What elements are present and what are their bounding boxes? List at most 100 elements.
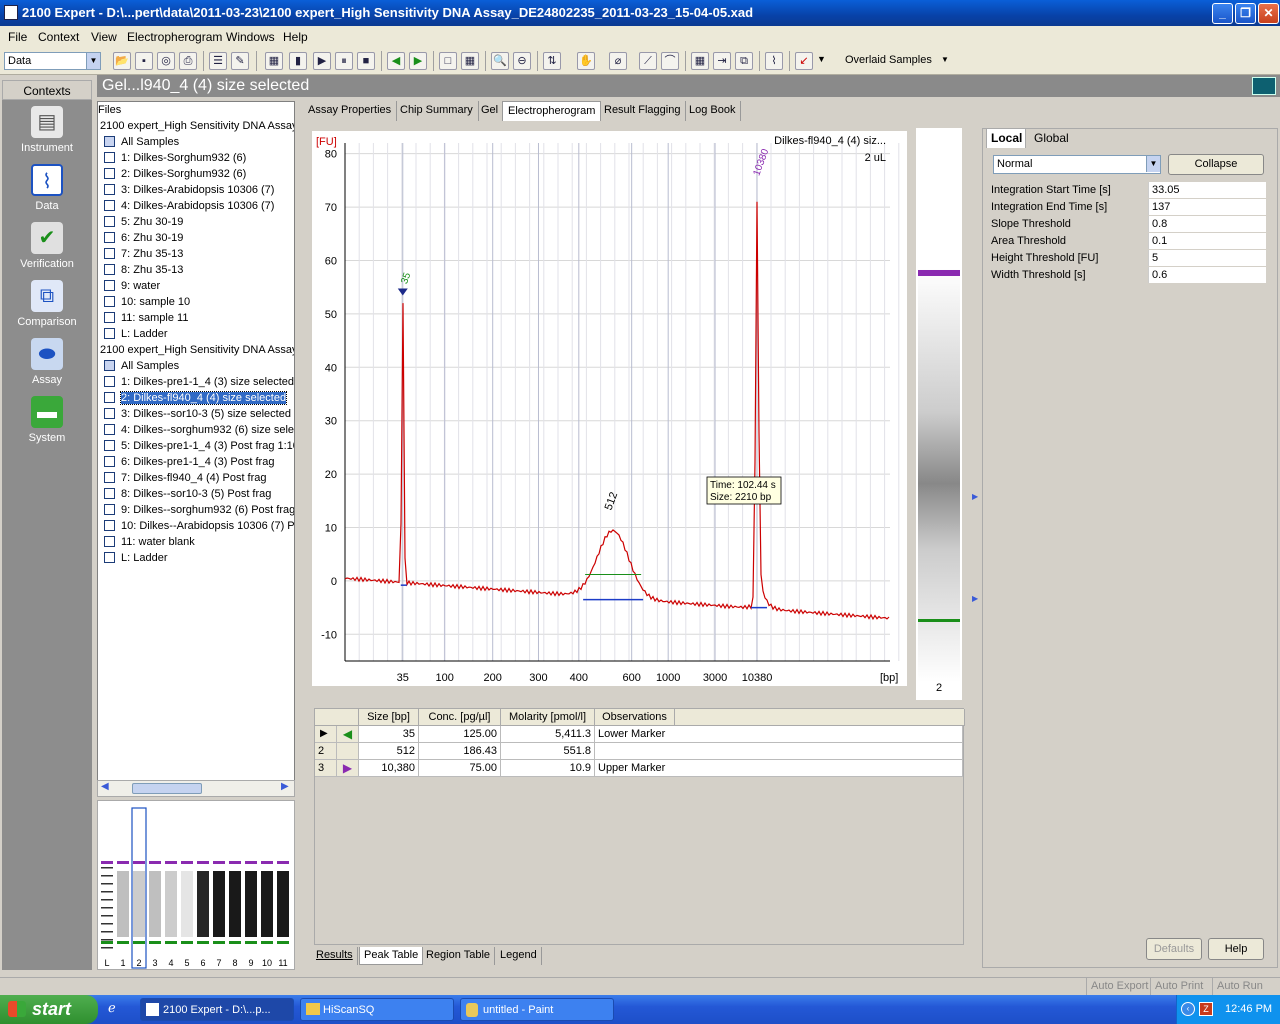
checkbox[interactable]: [104, 376, 115, 387]
tree-sample-item[interactable]: 9: Dilkes--sorghum932 (6) Post frag: [104, 503, 294, 519]
scroll-right-icon[interactable]: ▶: [281, 781, 289, 792]
trace-line[interactable]: [344, 201, 890, 621]
tab-local[interactable]: Local: [986, 128, 1026, 148]
table-header-cell[interactable]: Size [bp]: [359, 709, 419, 726]
tree-sample-item[interactable]: 8: Zhu 35-13: [104, 263, 183, 279]
thumb-lane[interactable]: [101, 861, 113, 949]
task-paint[interactable]: untitled - Paint: [460, 998, 614, 1021]
electropherogram-icon[interactable]: ⌇: [765, 52, 783, 70]
table-header-cell[interactable]: Molarity [pmol/l]: [501, 709, 595, 726]
tree-sample-item[interactable]: 7: Dilkes-fl940_4 (4) Post frag: [104, 471, 267, 487]
thumb-lane[interactable]: [133, 861, 145, 944]
thumb-lane[interactable]: [117, 861, 129, 944]
save-icon[interactable]: ▪: [135, 52, 153, 70]
gel-thumbnail-strip[interactable]: L 1 2 3 4 5 6 7 8 9 10 11: [97, 800, 295, 970]
thumb-lane[interactable]: [149, 861, 161, 944]
context-assay[interactable]: ⬬ Assay: [2, 338, 92, 386]
checkbox[interactable]: [104, 200, 115, 211]
property-value[interactable]: 137: [1148, 199, 1266, 215]
context-verification[interactable]: ✔ Verification: [2, 222, 92, 270]
tree-sample-item[interactable]: 11: water blank: [104, 535, 195, 551]
property-value[interactable]: 5: [1148, 250, 1266, 266]
checkbox[interactable]: [104, 408, 115, 419]
tree-file-node[interactable]: 2100 expert_High Sensitivity DNA Assay: [100, 119, 294, 135]
checkbox[interactable]: [104, 472, 115, 483]
bottom-tab-legend[interactable]: Legend: [496, 947, 542, 965]
task-2100-expert[interactable]: 2100 Expert - D:\...p...: [140, 998, 294, 1021]
property-value[interactable]: 33.05: [1148, 182, 1266, 198]
checkbox[interactable]: [104, 440, 115, 451]
thumb-lane[interactable]: [165, 861, 177, 944]
tree-sample-item[interactable]: L: Ladder: [104, 551, 167, 567]
property-value[interactable]: 0.6: [1148, 267, 1266, 283]
context-data[interactable]: ⌇ Data: [2, 164, 92, 212]
defaults-button[interactable]: Defaults: [1146, 938, 1202, 960]
edit-icon[interactable]: ✎: [231, 52, 249, 70]
copy-icon[interactable]: ⧉: [735, 52, 753, 70]
start-button[interactable]: start: [0, 995, 98, 1024]
menu-windows[interactable]: Windows: [226, 30, 275, 44]
table-header-cell[interactable]: Observations: [595, 709, 675, 726]
help-button[interactable]: Help: [1208, 938, 1264, 960]
axis-scale-icon[interactable]: ↙: [795, 52, 813, 70]
mode-chevron-down-icon[interactable]: ▼: [1146, 156, 1160, 172]
tree-sample-item[interactable]: 10: Dilkes--Arabidopsis 10306 (7) Post f…: [104, 519, 294, 535]
cd-icon[interactable]: ◎: [157, 52, 175, 70]
stop-icon[interactable]: ■: [357, 52, 375, 70]
tree-sample-item[interactable]: 3: Dilkes-Arabidopsis 10306 (7): [104, 183, 274, 199]
tree-horizontal-scrollbar[interactable]: ◀ ▶: [97, 780, 295, 797]
minimize-button[interactable]: _: [1212, 3, 1233, 24]
thumb-lane[interactable]: [197, 861, 209, 944]
tree-sample-item[interactable]: 9: water: [104, 279, 160, 295]
checkbox[interactable]: [104, 216, 115, 227]
tree-sample-item[interactable]: All Samples: [104, 359, 179, 375]
tree-file-node[interactable]: 2100 expert_High Sensitivity DNA Assay: [100, 343, 294, 359]
bottom-tab-results[interactable]: Results: [312, 947, 358, 965]
checkbox[interactable]: [104, 520, 115, 531]
close-button[interactable]: ✕: [1258, 3, 1279, 24]
tree-sample-item[interactable]: 11: sample 11: [104, 311, 188, 327]
tree-sample-item[interactable]: 4: Dilkes--sorghum932 (6) size selected: [104, 423, 294, 439]
checkbox[interactable]: [104, 488, 115, 499]
table-row-index[interactable]: 3: [315, 760, 337, 777]
export-icon[interactable]: ⇥: [713, 52, 731, 70]
tab-chip-summary[interactable]: Chip Summary: [395, 101, 479, 121]
tree-sample-item[interactable]: 8: Dilkes--sor10-3 (5) Post frag: [104, 487, 271, 503]
tab-result-flagging[interactable]: Result Flagging: [599, 101, 687, 121]
tab-assay-properties[interactable]: Assay Properties: [303, 101, 398, 121]
tree-sample-item[interactable]: 6: Zhu 30-19: [104, 231, 183, 247]
checkbox[interactable]: [104, 312, 115, 323]
tree-sample-item[interactable]: 5: Zhu 30-19: [104, 215, 183, 231]
checkbox[interactable]: [104, 424, 115, 435]
menu-file[interactable]: File: [8, 30, 27, 44]
integration-mode-select[interactable]: Normal ▼: [993, 155, 1161, 174]
checkbox[interactable]: [104, 280, 115, 291]
splitter-arrow-icon[interactable]: ▶: [972, 492, 978, 501]
grid-view-icon[interactable]: ▦: [461, 52, 479, 70]
checkbox[interactable]: [104, 184, 115, 195]
tree-sample-item[interactable]: 2: Dilkes-fl940_4 (4) size selected: [104, 391, 288, 407]
checkbox[interactable]: [104, 296, 115, 307]
tab-log-book[interactable]: Log Book: [684, 101, 742, 121]
single-view-icon[interactable]: □: [439, 52, 457, 70]
thumb-lane[interactable]: [277, 861, 289, 944]
checkbox[interactable]: [104, 168, 115, 179]
tree-sample-item[interactable]: 4: Dilkes-Arabidopsis 10306 (7): [104, 199, 274, 215]
checkbox[interactable]: [104, 264, 115, 275]
splitter-arrow-icon-2[interactable]: ▶: [972, 594, 978, 603]
back-arrow-icon[interactable]: ◀: [387, 52, 405, 70]
thumb-lane[interactable]: [181, 861, 193, 944]
tab-global[interactable]: Global: [1030, 130, 1069, 146]
tree-sample-item[interactable]: 1: Dilkes-Sorghum932 (6): [104, 151, 246, 167]
checkbox[interactable]: [104, 328, 115, 339]
tree-sample-item[interactable]: 2: Dilkes-Sorghum932 (6): [104, 167, 246, 183]
tree-sample-item[interactable]: 3: Dilkes--sor10-3 (5) size selected: [104, 407, 291, 423]
peak-tool-icon[interactable]: ⇅: [543, 52, 561, 70]
thumb-lane[interactable]: [261, 861, 273, 944]
menu-electropherogram[interactable]: Electropherogram: [127, 30, 222, 44]
tree-sample-item[interactable]: L: Ladder: [104, 327, 167, 343]
thumb-lane[interactable]: [213, 861, 225, 944]
bottom-tab-peak-table[interactable]: Peak Table: [359, 947, 424, 965]
thumb-lane[interactable]: [245, 861, 257, 944]
open-icon[interactable]: 📂: [113, 52, 131, 70]
